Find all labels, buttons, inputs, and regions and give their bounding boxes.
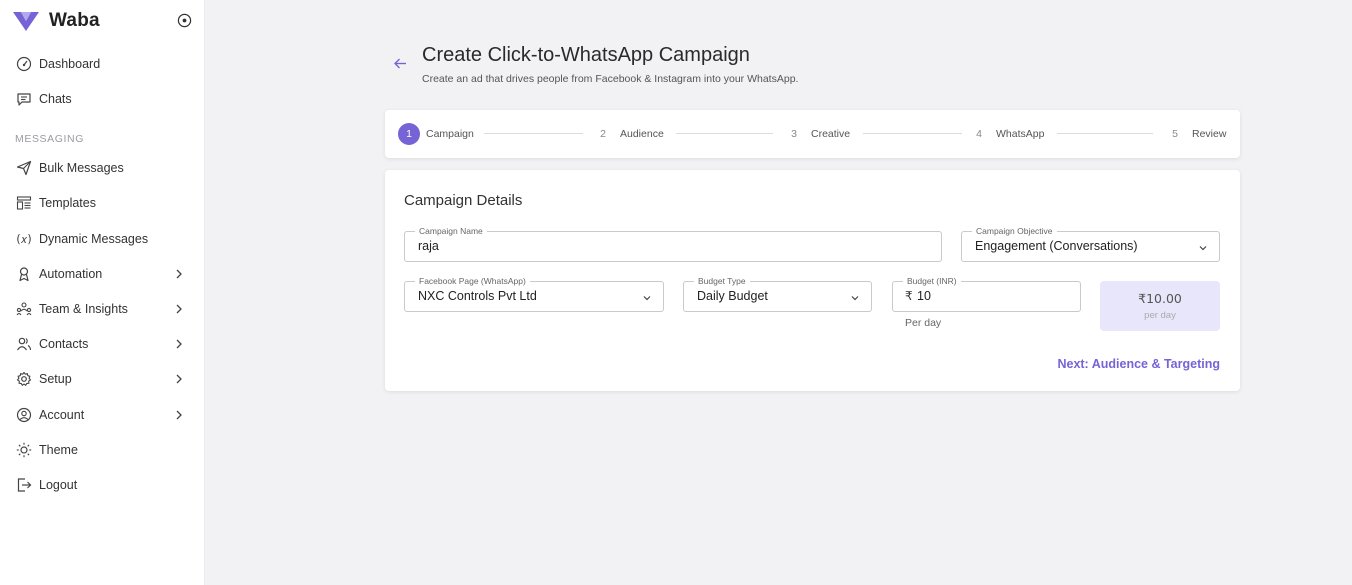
step-number: 4 <box>976 128 982 140</box>
logout-icon <box>16 477 32 493</box>
step-connector <box>484 133 583 134</box>
chevron-right-icon <box>176 304 182 314</box>
contacts-icon <box>16 336 32 352</box>
budget-summary-period: per day <box>1144 310 1176 321</box>
sidebar: Waba Dashboard Chats MESSAGING Bulk Mess… <box>0 0 205 585</box>
chevron-down-icon <box>851 296 859 301</box>
step-connector <box>676 133 773 134</box>
page-title: Create Click-to-WhatsApp Campaign <box>422 44 750 66</box>
sidebar-item-setup[interactable]: Setup <box>16 368 191 390</box>
step-label: Creative <box>811 128 851 140</box>
step-label: Review <box>1192 128 1227 140</box>
step-audience[interactable]: 2 Audience <box>592 110 664 158</box>
budget-input[interactable]: 10 <box>917 289 931 303</box>
campaign-objective-select[interactable]: Campaign Objective Engagement (Conversat… <box>961 225 1220 262</box>
back-arrow-icon[interactable] <box>393 56 408 71</box>
sidebar-section-label: MESSAGING <box>15 133 84 145</box>
sidebar-item-label: Dynamic Messages <box>39 232 149 246</box>
sun-icon <box>16 442 32 458</box>
chevron-right-icon <box>176 374 182 384</box>
step-connector <box>1057 133 1153 134</box>
sidebar-item-label: Setup <box>39 372 72 386</box>
chevron-right-icon <box>176 269 182 279</box>
chevron-right-icon <box>176 339 182 349</box>
budget-type-select[interactable]: Budget Type Daily Budget <box>683 275 872 312</box>
budget-helper-text: Per day <box>905 317 942 329</box>
page-subtitle: Create an ad that drives people from Fac… <box>422 73 799 85</box>
sidebar-item-dashboard[interactable]: Dashboard <box>16 53 191 75</box>
field-label: Budget Type <box>694 275 750 287</box>
sidebar-item-label: Dashboard <box>39 57 101 71</box>
waba-logo-icon <box>13 12 39 31</box>
send-icon <box>16 160 32 176</box>
chevron-right-icon <box>176 410 182 420</box>
sidebar-item-dynamic-messages[interactable]: (𝑥) Dynamic Messages <box>16 228 191 250</box>
campaign-name-input[interactable]: raja <box>418 239 439 253</box>
section-title: Campaign Details <box>404 192 523 209</box>
sidebar-item-automation[interactable]: Automation <box>16 263 191 285</box>
template-icon <box>16 195 32 211</box>
select-value: Engagement (Conversations) <box>975 239 1138 253</box>
field-label: Facebook Page (WhatsApp) <box>415 275 530 287</box>
sidebar-item-logout[interactable]: Logout <box>16 474 191 496</box>
rupee-symbol: ₹ <box>905 289 913 303</box>
sidebar-item-label: Chats <box>39 92 72 106</box>
step-creative[interactable]: 3 Creative <box>783 110 850 158</box>
chat-icon <box>16 91 32 107</box>
sidebar-item-bulk-messages[interactable]: Bulk Messages <box>16 157 191 179</box>
sidebar-item-contacts[interactable]: Contacts <box>16 333 191 355</box>
brand[interactable]: Waba <box>12 9 100 33</box>
sidebar-item-theme[interactable]: Theme <box>16 439 191 461</box>
campaign-details-card: Campaign Details Campaign Name raja Camp… <box>385 170 1240 391</box>
sidebar-item-label: Automation <box>39 267 103 281</box>
brand-name: Waba <box>49 10 100 31</box>
facebook-page-select[interactable]: Facebook Page (WhatsApp) NXC Controls Pv… <box>404 275 664 312</box>
step-label: Campaign <box>426 128 474 140</box>
step-campaign[interactable]: 1 Campaign <box>398 110 474 158</box>
budget-summary: ₹10.00 per day <box>1100 281 1220 331</box>
sidebar-item-team-insights[interactable]: Team & Insights <box>16 298 191 320</box>
variable-icon: (𝑥) <box>16 231 32 246</box>
select-value: Daily Budget <box>697 289 768 303</box>
sidebar-toggle-icon[interactable] <box>177 13 192 28</box>
next-audience-targeting-button[interactable]: Next: Audience & Targeting <box>1057 357 1220 371</box>
gear-icon <box>16 371 32 387</box>
step-number: 5 <box>1172 128 1178 140</box>
sidebar-item-label: Logout <box>39 478 78 492</box>
step-label: Audience <box>620 128 664 140</box>
step-number: 3 <box>791 128 797 140</box>
step-review[interactable]: 5 Review <box>1164 110 1226 158</box>
budget-summary-amount: ₹10.00 <box>1138 291 1182 306</box>
chevron-down-icon <box>643 296 651 301</box>
team-icon <box>16 301 32 317</box>
select-value: NXC Controls Pvt Ltd <box>418 289 537 303</box>
field-label: Campaign Objective <box>972 225 1057 237</box>
campaign-name-field[interactable]: Campaign Name raja <box>404 225 942 262</box>
sidebar-item-chats[interactable]: Chats <box>16 88 191 110</box>
user-circle-icon <box>16 407 32 423</box>
sidebar-item-label: Theme <box>39 443 78 457</box>
sidebar-item-templates[interactable]: Templates <box>16 192 191 214</box>
field-label: Campaign Name <box>415 225 487 237</box>
step-number: 2 <box>600 128 606 140</box>
campaign-stepper: 1 Campaign 2 Audience 3 Creative 4 Whats… <box>385 110 1240 158</box>
step-whatsapp[interactable]: 4 WhatsApp <box>968 110 1044 158</box>
field-label: Budget (INR) <box>903 275 961 287</box>
robot-icon <box>16 266 32 282</box>
sidebar-item-account[interactable]: Account <box>16 404 191 426</box>
sidebar-item-label: Account <box>39 408 85 422</box>
step-label: WhatsApp <box>996 128 1045 140</box>
sidebar-item-label: Bulk Messages <box>39 161 124 175</box>
sidebar-item-label: Templates <box>39 196 96 210</box>
gauge-icon <box>16 56 32 72</box>
step-number: 1 <box>398 123 420 145</box>
budget-field[interactable]: Budget (INR) ₹ 10 <box>892 275 1081 312</box>
chevron-down-icon <box>1199 246 1207 251</box>
sidebar-item-label: Contacts <box>39 337 89 351</box>
step-connector <box>863 133 962 134</box>
sidebar-item-label: Team & Insights <box>39 302 128 316</box>
